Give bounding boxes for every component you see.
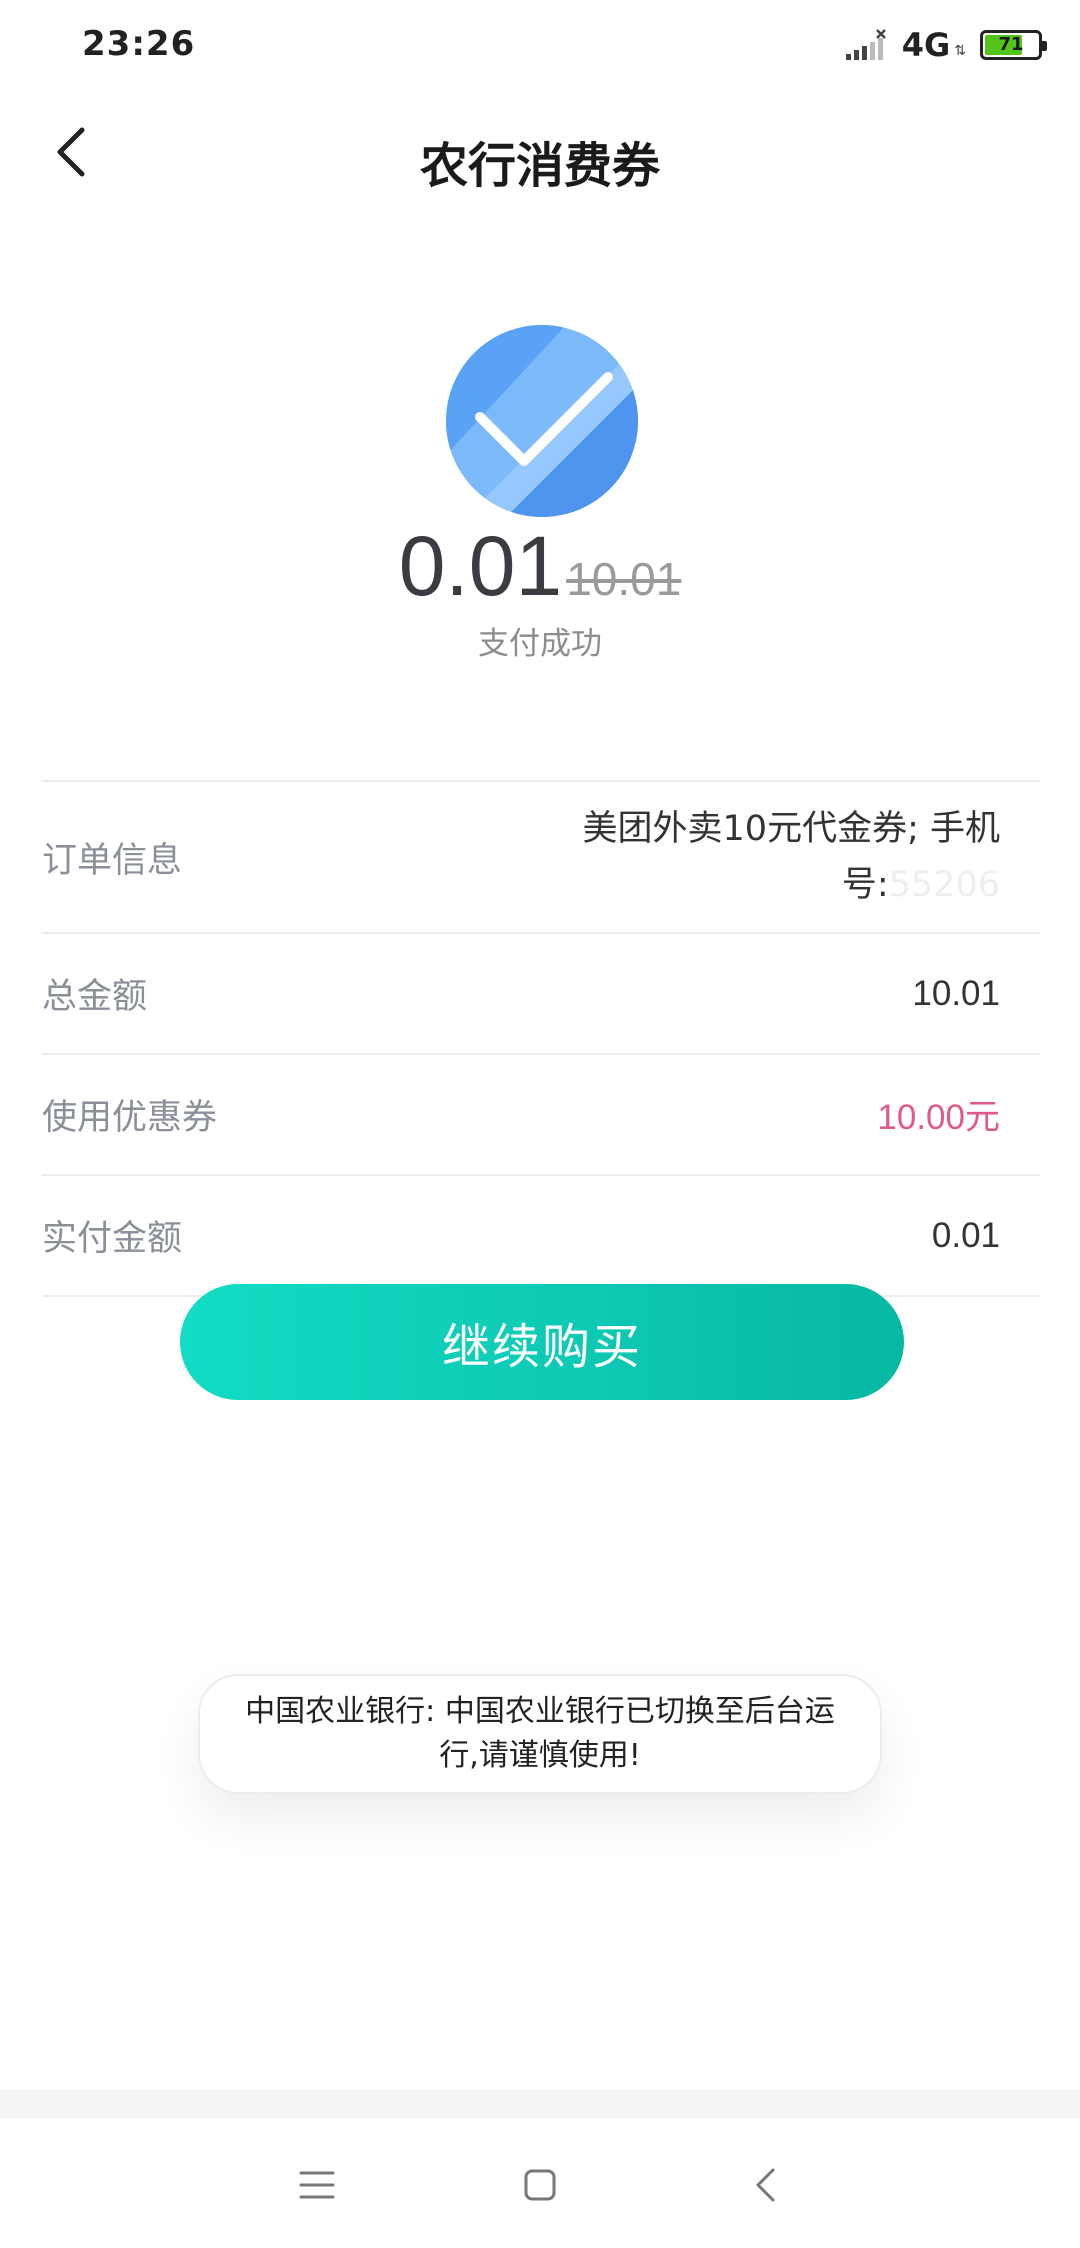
system-nav-bar — [0, 2118, 1080, 2248]
data-arrows-icon: ⇅ — [954, 43, 966, 59]
total-amount-value: 10.01 — [912, 973, 1000, 1013]
total-amount-label: 总金额 — [42, 977, 148, 1017]
original-amount: 10.01 — [566, 553, 682, 605]
total-amount-row: 总金额 10.01 — [42, 934, 1040, 1055]
page-title: 农行消费券 — [419, 138, 660, 194]
order-details: 订单信息 美团外卖10元代金券; 手机号:55206 总金额 10.01 使用优… — [42, 780, 1040, 1297]
order-info-masked: 55206 — [888, 865, 1000, 905]
actual-paid-value: 0.01 — [931, 1215, 1000, 1255]
status-bar: 23:26 4G ⇅ 71 — [0, 0, 1080, 96]
header: 农行消费券 — [0, 96, 1080, 208]
square-home-icon — [524, 2169, 556, 2201]
order-info-value: 美团外卖10元代金券; 手机号:55206 — [582, 809, 1000, 905]
order-info-label: 订单信息 — [42, 840, 183, 881]
nav-divider — [0, 2090, 1080, 2118]
status-time: 23:26 — [82, 24, 196, 64]
continue-purchase-button[interactable]: 继续购买 — [180, 1284, 904, 1400]
battery-icon: 71 — [980, 30, 1047, 60]
signal-icon — [845, 29, 886, 60]
status-icons: 4G ⇅ 71 — [844, 26, 1047, 64]
payment-status-text: 支付成功 — [478, 626, 602, 662]
actual-paid-row: 实付金额 0.01 — [42, 1176, 1040, 1297]
toast-notification: 中国农业银行: 中国农业银行已切换至后台运行,请谨慎使用! — [198, 1674, 882, 1794]
triangle-back-icon — [756, 2168, 775, 2202]
battery-percent: 71 — [998, 34, 1024, 55]
toast-message: 中国农业银行: 中国农业银行已切换至后台运行,请谨慎使用! — [245, 1694, 835, 1773]
coupon-row: 使用优惠券 10.00元 — [42, 1055, 1040, 1176]
menu-icon — [299, 2171, 335, 2199]
actual-paid-label: 实付金额 — [42, 1219, 183, 1259]
paid-amount: 0.01 — [398, 519, 563, 613]
nav-home-button[interactable] — [505, 2150, 575, 2220]
amount-row: 0.01 10.01 — [0, 518, 1080, 615]
check-circle-icon — [446, 325, 638, 517]
network-type: 4G — [901, 26, 951, 64]
coupon-value: 10.00元 — [877, 1098, 1000, 1137]
nav-back-button[interactable] — [730, 2150, 800, 2220]
nav-menu-button[interactable] — [282, 2150, 352, 2220]
coupon-label: 使用优惠券 — [42, 1098, 218, 1138]
order-info-row: 订单信息 美团外卖10元代金券; 手机号:55206 — [42, 782, 1040, 934]
